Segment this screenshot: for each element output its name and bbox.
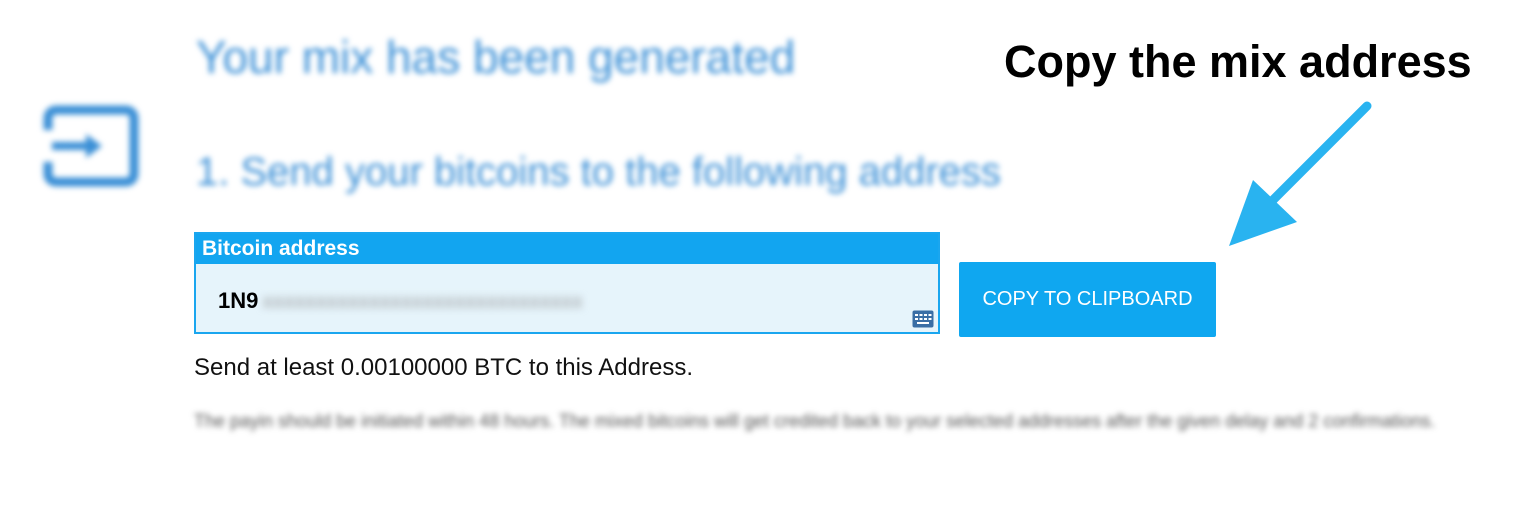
- minimum-amount-note: Send at least 0.00100000 BTC to this Add…: [194, 354, 693, 381]
- address-visible-part: 1N9: [218, 288, 259, 313]
- payin-info-text: The payin should be initiated within 48 …: [194, 411, 1436, 431]
- address-obscured-part: XXXXXXXXXXXXXXXXXXXXXXXXXXXXXX: [262, 295, 583, 312]
- bitcoin-address-field[interactable]: Bitcoin address 1N9 XXXXXXXXXXXXXXXXXXXXX…: [194, 232, 940, 334]
- address-field-label: Bitcoin address: [196, 234, 938, 264]
- enter-icon: [40, 105, 139, 187]
- page-title: Your mix has been generated: [196, 31, 796, 83]
- arrow-pointer-icon: [1229, 101, 1372, 246]
- keyboard-icon[interactable]: [912, 310, 934, 328]
- copy-to-clipboard-button[interactable]: COPY TO CLIPBOARD: [959, 262, 1216, 337]
- mix-page: Your mix has been generated 1. Send your…: [0, 0, 1536, 518]
- step-title: 1. Send your bitcoins to the following a…: [196, 150, 1001, 194]
- address-value[interactable]: 1N9 XXXXXXXXXXXXXXXXXXXXXXXXXXXXXX: [218, 288, 583, 314]
- annotation-label: Copy the mix address: [1004, 36, 1472, 87]
